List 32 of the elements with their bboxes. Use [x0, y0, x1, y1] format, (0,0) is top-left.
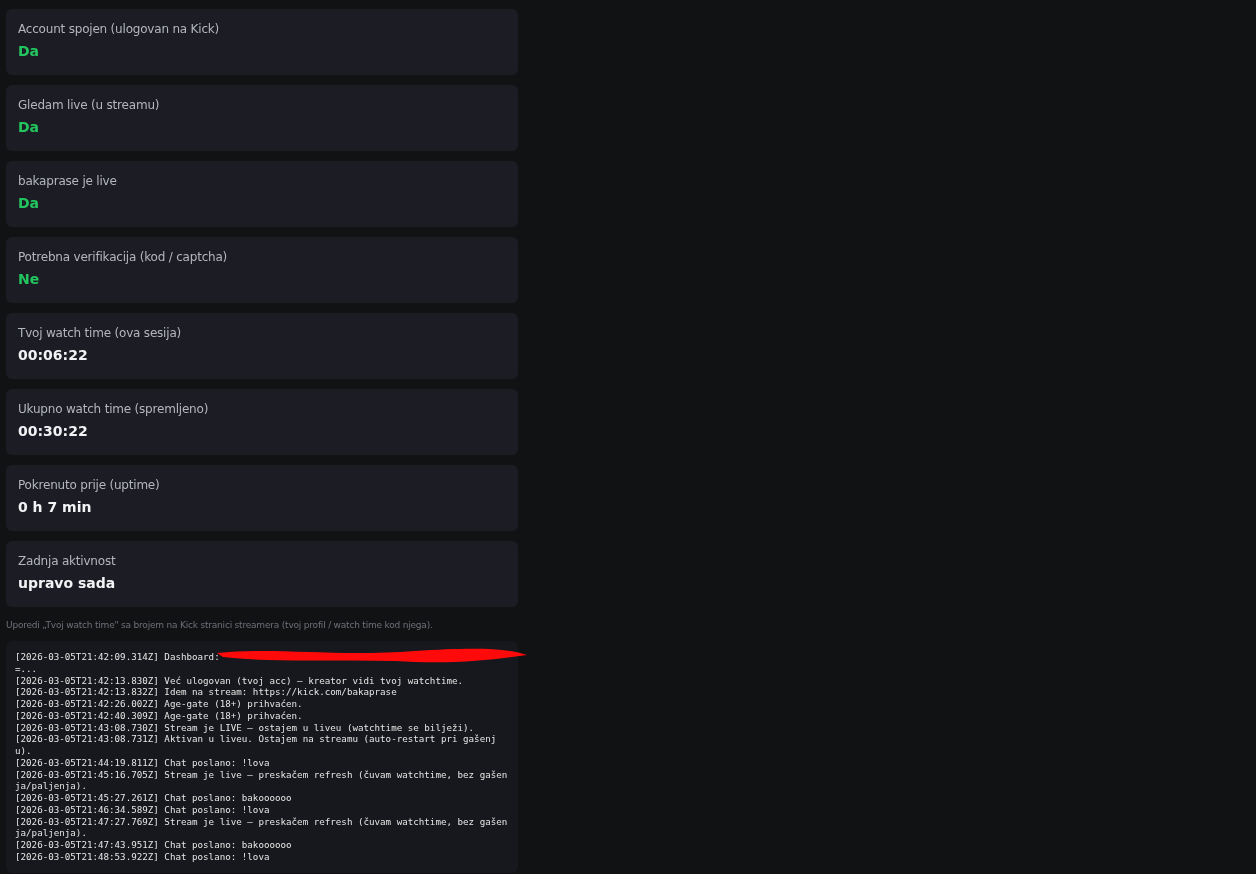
log-line: [2026-03-05T21:42:40.309Z] Age-gate (18+) prihvaćen.: [15, 709, 304, 722]
log-line: [2026-03-05T21:48:53.922Z] Chat poslano: !lova: [15, 850, 271, 863]
card-label: Ukupno watch time (spremljeno): [18, 402, 210, 416]
log-line: [2026-03-05T21:42:13.832Z] Idem na stream: https://kick.com/bakaprase: [15, 686, 398, 698]
log-line: [2026-03-05T21:47:43.951Z] Chat poslano: bakoooooo: [15, 839, 293, 851]
card-label: Pokrenuto prije (uptime): [18, 478, 161, 492]
log-line: [2026-03-05T21:45:27.261Z] Chat poslano: bakoooooo: [15, 792, 293, 804]
log-line: [2026-03-05T21:42:26.002Z] Age-gate (18+) prihvaćen.: [15, 698, 304, 710]
card-value: Da: [18, 119, 41, 135]
hint-text: Uporedi „Tvoj watch time" sa brojem na Kick stranici streamera (tvoj profil / watch time kod njega).: [6, 620, 434, 630]
card-label: Potrebna verifikacija (kod / captcha): [18, 250, 229, 264]
card-label: Tvoj watch time (ova sesija): [18, 326, 183, 340]
card-label: Gledam live (u streamu): [18, 98, 161, 112]
log-line: =...: [15, 662, 39, 675]
card-value: upravo sada: [18, 575, 117, 591]
log-line: [2026-03-05T21:42:13.830Z] Već ulogovan (tvoj acc) – kreator vidi tvoj watchtime.: [15, 674, 465, 687]
log-line: [2026-03-05T21:43:08.730Z] Stream je LIVE – ostajem u liveu (watchtime se bilježi).: [15, 721, 476, 734]
log-line: [2026-03-05T21:47:27.769Z] Stream je live – preskačem refresh (čuvam watchtime, bez gašenja/paljenja).: [15, 815, 509, 839]
log-line: [2026-03-05T21:45:16.705Z] Stream je live – preskačem refresh (čuvam watchtime, bez gašenja/paljenja).: [15, 768, 509, 792]
card-value: 00:30:22: [18, 423, 89, 439]
card-value: Ne: [18, 271, 41, 287]
card-label: Zadnja aktivnost: [18, 554, 117, 568]
log-line: [2026-03-05T21:44:19.811Z] Chat poslano: !lova: [15, 756, 271, 769]
card-value: 00:06:22: [18, 347, 89, 363]
card-value: Da: [18, 43, 41, 59]
log-line: [2026-03-05T21:42:09.314Z] Dashboard:: [15, 651, 221, 663]
card-label: Account spojen (ulogovan na Kick): [18, 22, 220, 36]
card-value: 0 h 7 min: [18, 499, 93, 515]
card-value: Da: [18, 195, 41, 211]
card-label: bakaprase je live: [18, 174, 118, 188]
log-line: [2026-03-05T21:43:08.731Z] Aktivan u liveu. Ostajem na streamu (auto-restart pri gašenju).: [15, 733, 498, 757]
log-line: [2026-03-05T21:46:34.589Z] Chat poslano: !lova: [15, 803, 271, 816]
